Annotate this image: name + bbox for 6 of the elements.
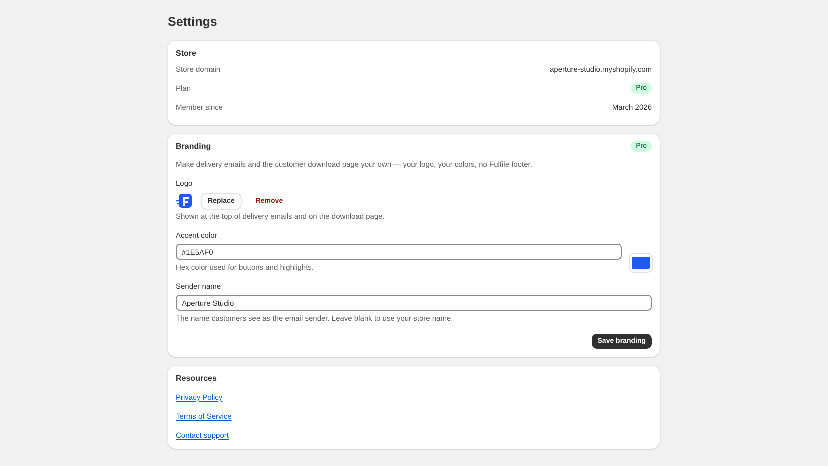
page-title: Settings bbox=[168, 15, 218, 29]
logo-icon bbox=[176, 193, 193, 209]
card-title: Store bbox=[176, 48, 198, 59]
color-swatch[interactable] bbox=[630, 254, 652, 272]
card-title: Resources bbox=[176, 373, 218, 384]
card-title: Branding bbox=[176, 141, 212, 152]
